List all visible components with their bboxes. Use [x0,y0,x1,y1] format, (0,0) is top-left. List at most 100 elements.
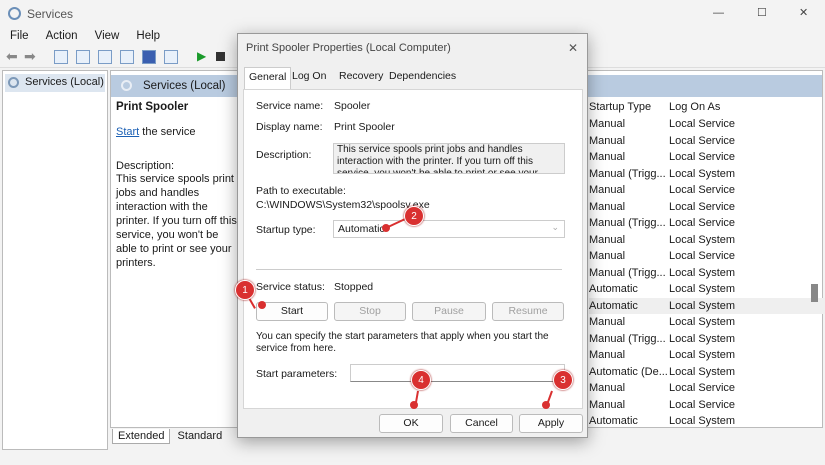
cancel-button[interactable]: Cancel [450,414,513,433]
table-row[interactable]: Manual Local Service [589,380,825,397]
minimize-button[interactable]: — [713,7,724,19]
start-text: the service [139,126,196,138]
path-label: Path to executable: [256,185,346,197]
start-button[interactable]: Start [256,302,328,321]
annotation-dot-1 [258,301,266,309]
scrollbar-thumb[interactable] [811,284,818,302]
description-box[interactable]: This service spools print jobs and handl… [333,143,565,174]
tree-item-services-local[interactable]: Services (Local) [5,74,105,92]
vertical-scrollbar[interactable] [809,75,821,425]
console-tree-icon[interactable] [54,50,68,64]
gear-icon [121,80,132,91]
properties-icon[interactable] [76,50,90,64]
play-icon[interactable]: ▶ [197,49,206,63]
annotation-dot-3 [542,401,550,409]
dialog-close-button[interactable]: ✕ [568,41,578,55]
annotation-badge-1: 1 [235,280,255,300]
ok-button[interactable]: OK [379,414,443,433]
startup-type-cell: Manual [589,200,626,213]
table-row[interactable]: Manual Local Service [589,199,825,216]
console-tree: Services (Local) [2,70,108,450]
start-params-input[interactable] [350,364,565,382]
table-row[interactable]: Manual (Trigg... Local System [589,166,825,183]
table-row[interactable]: Manual Local System [589,232,825,249]
help-icon[interactable] [142,50,156,64]
close-button[interactable]: ✕ [799,6,808,19]
log-on-as-cell: Local Service [669,200,736,213]
menu-action[interactable]: Action [46,30,78,42]
gear-icon [8,77,19,88]
maximize-button[interactable]: ☐ [757,6,767,19]
chevron-down-icon: ⌄ [551,222,559,232]
table-row[interactable]: Manual Local System [589,314,825,331]
general-panel: Service name: Spooler Display name: Prin… [243,89,583,409]
stop-icon[interactable] [216,52,225,61]
apply-button[interactable]: Apply [519,414,583,433]
start-service-link[interactable]: Start [116,126,139,138]
tab-general[interactable]: General [244,67,292,89]
table-row[interactable]: Manual (Trigg... Local Service [589,215,825,232]
log-on-as-cell: Local Service [669,398,736,411]
table-row[interactable]: Manual Local System [589,347,825,364]
table-row[interactable]: Manual Local Service [589,397,825,414]
table-row[interactable]: Manual Local Service [589,133,825,150]
tab-log-on[interactable]: Log On [288,67,330,85]
log-on-as-cell: Local Service [669,118,736,130]
table-row[interactable]: Automatic (De... Local System [589,364,825,381]
log-on-as-cell: Local Service [669,250,736,262]
description-label: Description: [116,160,175,172]
menu-file[interactable]: File [10,30,29,42]
startup-type-select[interactable]: Automatic ⌄ [333,220,565,238]
column-log-on-as[interactable]: Log On As [669,99,720,116]
refresh-icon[interactable] [98,50,112,64]
log-on-as-cell: Local System [669,332,736,345]
log-on-as-cell: Local System [669,299,736,312]
menu-view[interactable]: View [95,30,120,42]
table-row[interactable]: Manual Local Service [589,248,825,265]
tab-recovery[interactable]: Recovery [335,67,387,85]
forward-icon[interactable]: ➡ [24,48,36,65]
stop-button[interactable]: Stop [334,302,406,321]
pane-header-title: Services (Local) [143,80,226,92]
table-row[interactable]: Automatic Local System [589,297,825,314]
view-icon[interactable] [164,50,178,64]
startup-type-cell: Manual [589,382,626,394]
column-startup-type[interactable]: Startup Type [589,99,651,116]
table-row[interactable]: Manual Local Service [589,116,825,133]
table-row[interactable]: Manual Local Service [589,182,825,199]
table-row[interactable]: Automatic Local System [589,281,825,298]
display-name-label: Display name: [256,121,323,133]
startup-type-cell: Manual [589,398,626,411]
service-name-value: Spooler [334,100,371,112]
service-status-label: Service status: [256,281,325,293]
menu-help[interactable]: Help [136,30,160,42]
pause-button[interactable]: Pause [412,302,486,321]
services-app-icon [8,7,21,20]
resume-button[interactable]: Resume [492,302,564,321]
table-row[interactable]: Manual (Trigg... Local System [589,331,825,348]
service-name-label: Service name: [256,100,324,112]
table-row[interactable]: Manual (Trigg... Local System [589,265,825,282]
annotation-dot-2 [382,224,390,232]
log-on-as-cell: Local Service [669,151,736,163]
tab-standard[interactable]: Standard [174,429,227,443]
log-on-as-cell: Local Service [669,134,736,147]
startup-type-cell: Manual [589,184,626,196]
back-icon[interactable]: ⬅ [6,48,18,65]
startup-type-cell: Manual [589,151,626,163]
startup-type-cell: Manual [589,250,626,262]
startup-type-cell: Automatic [589,283,638,295]
start-params-note: You can specify the start parameters tha… [256,331,549,354]
log-on-as-cell: Local System [669,349,736,361]
log-on-as-cell: Local System [669,233,736,246]
tab-extended[interactable]: Extended [112,429,171,444]
title-bar: Services — ☐ ✕ [0,0,825,28]
dialog-title: Print Spooler Properties (Local Computer… [246,42,451,54]
export-icon[interactable] [120,50,134,64]
window-title: Services [27,7,74,21]
table-row[interactable]: Manual Local Service [589,149,825,166]
annotation-dot-4 [410,401,418,409]
tab-dependencies[interactable]: Dependencies [385,67,460,85]
start-params-label: Start parameters: [256,368,338,380]
table-row[interactable]: Automatic Local System [589,413,825,430]
